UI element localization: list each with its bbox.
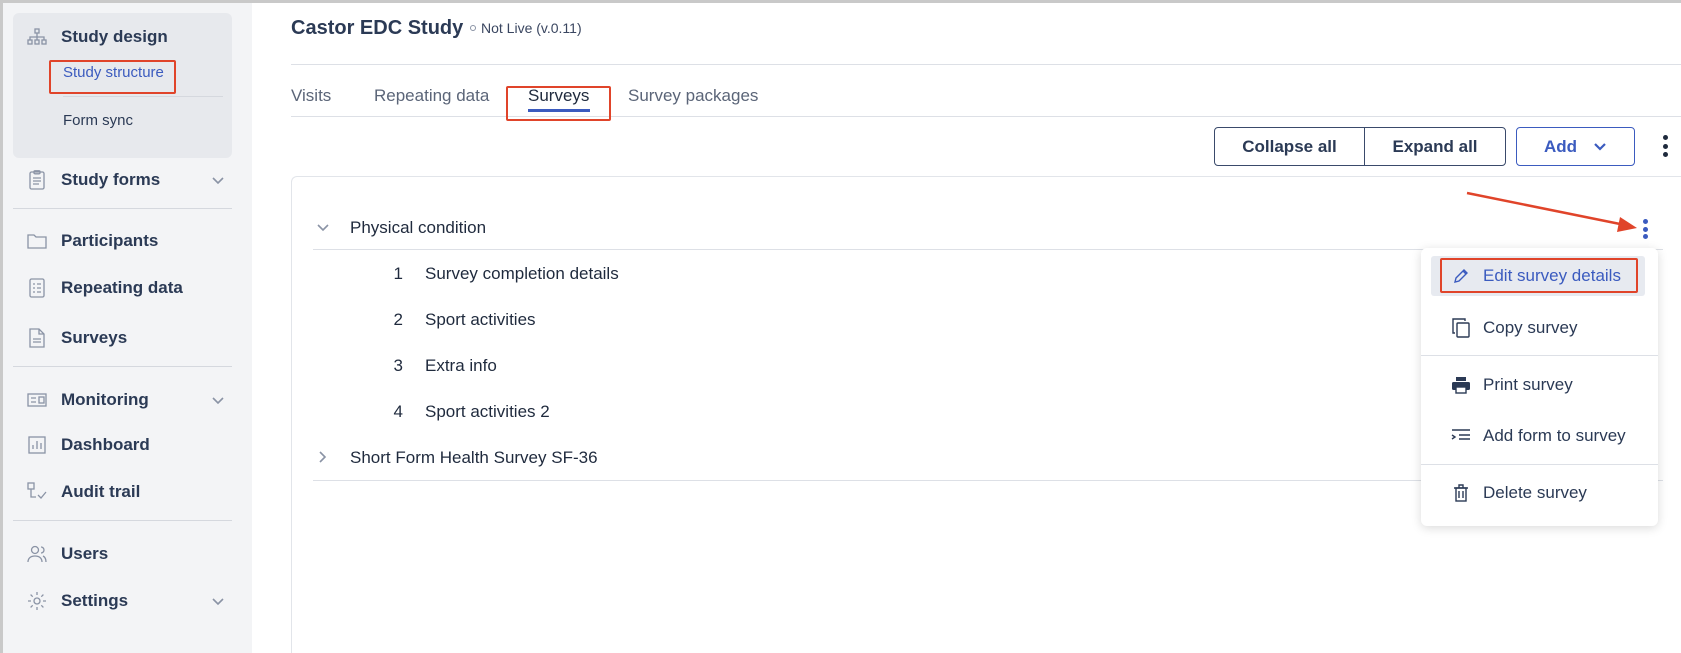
sidebar-item-label: Participants	[61, 231, 159, 250]
form-number: 4	[393, 402, 403, 421]
divider	[1421, 464, 1658, 465]
form-number: 2	[393, 310, 403, 329]
divider	[63, 96, 223, 97]
chevron-down-icon	[1593, 142, 1607, 152]
highlight-edit-survey-details	[1440, 258, 1638, 293]
expand-all-button[interactable]: Expand all	[1364, 127, 1506, 166]
divider	[13, 208, 232, 209]
chevron-right-icon[interactable]	[318, 450, 328, 469]
sidebar-item-label: Repeating data	[61, 278, 183, 297]
sidebar: Study design Study structure Form sync S…	[3, 3, 252, 653]
menu-item-copy-survey[interactable]: Copy survey	[1431, 308, 1645, 348]
sidebar-item-label: Study design	[61, 27, 168, 46]
menu-item-print-survey[interactable]: Print survey	[1431, 365, 1645, 405]
menu-item-label: Add form to survey	[1483, 426, 1626, 445]
collapse-all-button[interactable]: Collapse all	[1214, 127, 1365, 166]
status-dot-icon	[470, 25, 476, 31]
sidebar-item-monitoring[interactable]: Monitoring	[27, 388, 237, 412]
divider	[291, 116, 1681, 117]
highlight-surveys-tab	[506, 86, 611, 121]
sidebar-item-settings[interactable]: Settings	[27, 589, 237, 613]
add-button[interactable]: Add	[1516, 127, 1635, 166]
form-item[interactable]: Sport activities 2	[425, 402, 550, 422]
sidebar-item-repeating-data[interactable]: Repeating data	[27, 276, 237, 300]
add-form-icon	[1451, 426, 1471, 446]
trash-icon	[1451, 483, 1471, 503]
sidebar-item-users[interactable]: Users	[27, 542, 237, 566]
form-item[interactable]: Extra info	[425, 356, 497, 376]
folder-icon	[27, 231, 47, 251]
survey-title[interactable]: Short Form Health Survey SF-36	[350, 448, 598, 468]
sidebar-item-label: Monitoring	[61, 390, 149, 409]
status-badge: Not Live (v.0.11)	[470, 20, 582, 36]
divider	[13, 366, 232, 367]
divider	[13, 520, 232, 521]
copy-icon	[1451, 318, 1471, 338]
sidebar-subitem-form-sync[interactable]: Form sync	[63, 112, 133, 129]
chevron-down-icon[interactable]	[316, 220, 330, 238]
chevron-down-icon	[211, 392, 225, 410]
form-number: 1	[393, 264, 403, 283]
status-text: Not Live (v.0.11)	[481, 20, 582, 36]
form-item[interactable]: Survey completion details	[425, 264, 619, 284]
sidebar-item-study-design[interactable]: Study design	[27, 25, 237, 49]
chevron-down-icon	[211, 593, 225, 611]
menu-item-delete-survey[interactable]: Delete survey	[1431, 473, 1645, 513]
page-title: Castor EDC Study	[291, 17, 464, 39]
printer-icon	[1451, 375, 1471, 395]
hierarchy-icon	[27, 27, 47, 47]
annotation-arrow-icon	[1466, 191, 1637, 232]
users-icon	[27, 544, 47, 564]
sidebar-item-participants[interactable]: Participants	[27, 229, 237, 253]
tab-survey-packages[interactable]: Survey packages	[628, 86, 758, 106]
survey-title[interactable]: Physical condition	[350, 218, 486, 238]
clipboard-icon	[27, 170, 47, 190]
form-item[interactable]: Sport activities	[425, 310, 536, 330]
menu-item-label: Print survey	[1483, 375, 1573, 394]
sidebar-item-audit-trail[interactable]: Audit trail	[27, 480, 237, 504]
audit-icon	[27, 482, 47, 502]
add-button-label: Add	[1543, 136, 1578, 156]
divider	[291, 64, 1681, 65]
sidebar-item-dashboard[interactable]: Dashboard	[27, 433, 237, 457]
sidebar-item-label: Dashboard	[61, 435, 150, 454]
sidebar-item-label: Users	[61, 544, 109, 563]
sidebar-item-label: Study forms	[61, 170, 161, 189]
sidebar-item-surveys[interactable]: Surveys	[27, 326, 237, 350]
form-number: 3	[393, 356, 403, 375]
list-doc-icon	[27, 278, 47, 298]
highlight-study-structure	[49, 60, 176, 94]
sidebar-item-label: Audit trail	[61, 482, 141, 501]
sidebar-item-label: Settings	[61, 591, 129, 610]
tab-visits[interactable]: Visits	[291, 86, 331, 106]
sidebar-item-study-forms[interactable]: Study forms	[27, 168, 237, 192]
tab-repeating-data[interactable]: Repeating data	[374, 86, 489, 106]
chevron-down-icon	[211, 172, 225, 190]
divider	[1421, 355, 1658, 356]
bar-chart-icon	[27, 435, 47, 455]
gear-icon	[27, 591, 47, 611]
more-options-icon[interactable]	[1661, 135, 1669, 157]
menu-item-label: Delete survey	[1483, 483, 1587, 502]
sidebar-item-label: Surveys	[61, 328, 128, 347]
menu-item-add-form-to-survey[interactable]: Add form to survey	[1431, 416, 1645, 456]
monitoring-icon	[27, 390, 47, 410]
menu-item-label: Copy survey	[1483, 318, 1578, 337]
document-icon	[27, 328, 47, 348]
